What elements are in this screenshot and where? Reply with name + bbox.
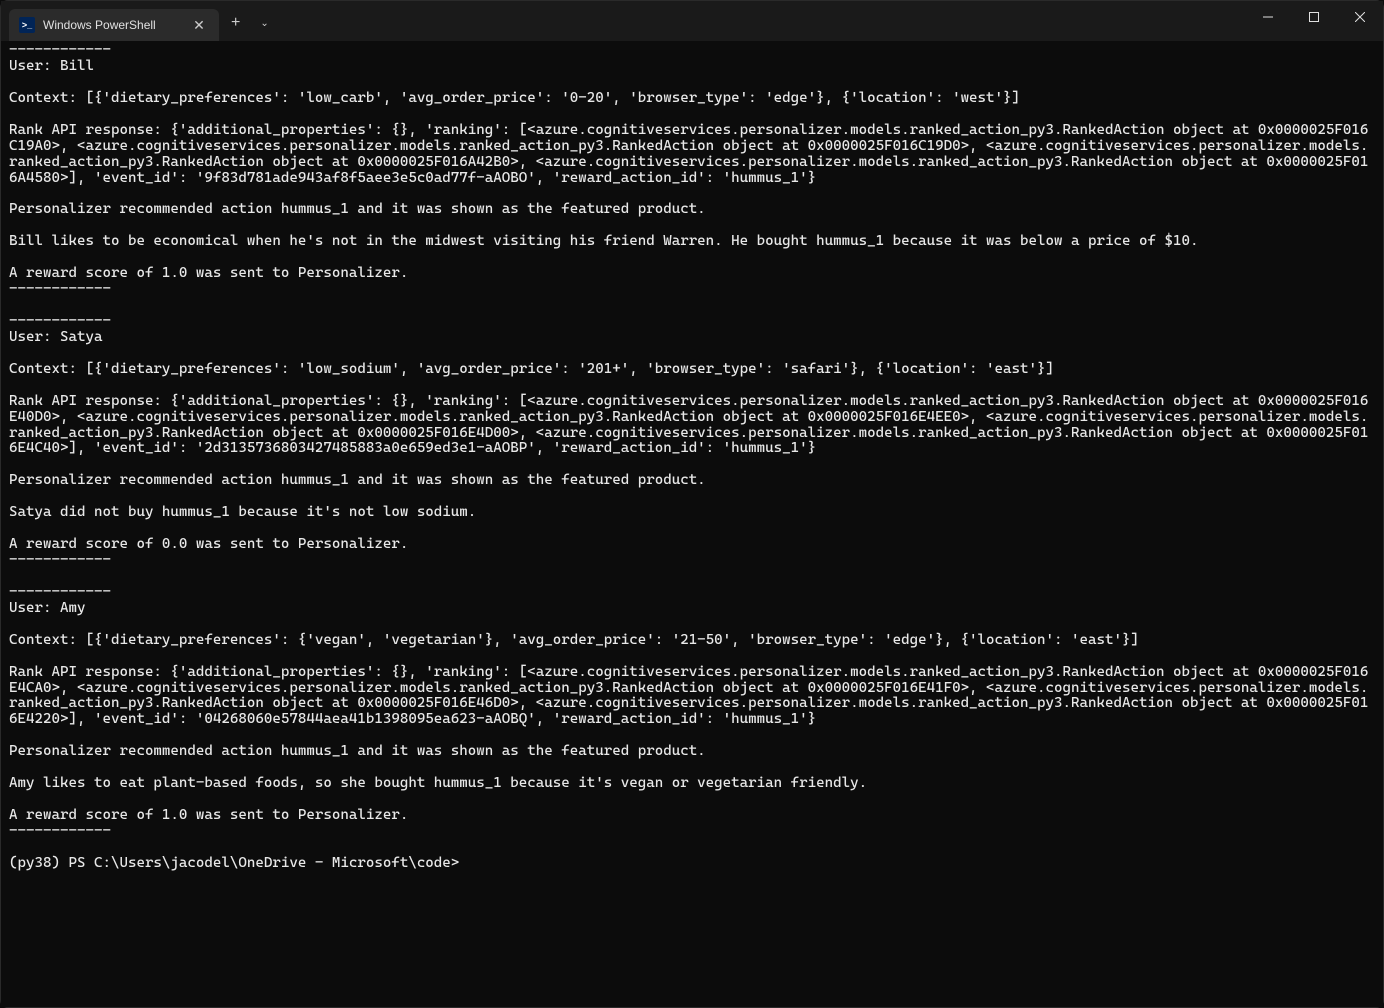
output-line: A reward score of 1.0 was sent to Person… [9, 266, 1375, 282]
tabs-section: >_ Windows PowerShell ✕ + ⌄ [1, 1, 277, 41]
output-line [9, 75, 1375, 91]
output-line [9, 186, 1375, 202]
output-line: ------------ [9, 282, 1375, 298]
output-line: ------------ [9, 824, 1375, 840]
output-line: User: Amy [9, 601, 1375, 617]
tab-dropdown-button[interactable]: ⌄ [252, 18, 276, 29]
output-line: User: Bill [9, 59, 1375, 75]
output-line: A reward score of 0.0 was sent to Person… [9, 537, 1375, 553]
close-button[interactable] [1337, 1, 1383, 33]
output-line [9, 649, 1375, 665]
terminal-content: ------------User: Bill Context: [{'dieta… [9, 43, 1375, 872]
output-line [9, 250, 1375, 266]
output-line [9, 617, 1375, 633]
powershell-icon: >_ [19, 17, 35, 33]
output-line: Personalizer recommended action hummus_1… [9, 744, 1375, 760]
output-line: Personalizer recommended action hummus_1… [9, 473, 1375, 489]
output-line: ------------ [9, 314, 1375, 330]
output-line [9, 346, 1375, 362]
output-line [9, 218, 1375, 234]
output-line: ------------ [9, 553, 1375, 569]
output-line: Context: [{'dietary_preferences': 'low_s… [9, 362, 1375, 378]
tab-powershell[interactable]: >_ Windows PowerShell ✕ [9, 9, 219, 41]
terminal-area[interactable]: ------------User: Bill Context: [{'dieta… [1, 41, 1383, 1007]
output-line [9, 489, 1375, 505]
maximize-button[interactable] [1291, 1, 1337, 33]
output-line: Satya did not buy hummus_1 because it's … [9, 505, 1375, 521]
output-line: ------------ [9, 585, 1375, 601]
output-line: A reward score of 1.0 was sent to Person… [9, 808, 1375, 824]
output-line [9, 521, 1375, 537]
output-line [9, 457, 1375, 473]
output-line: User: Satya [9, 330, 1375, 346]
output-line [9, 840, 1375, 856]
output-line [9, 728, 1375, 744]
output-line [9, 378, 1375, 394]
new-tab-button[interactable]: + [221, 14, 250, 32]
tab-close-button[interactable]: ✕ [189, 17, 209, 34]
output-line [9, 107, 1375, 123]
output-line [9, 298, 1375, 314]
output-line: Rank API response: {'additional_properti… [9, 394, 1375, 458]
output-line [9, 760, 1375, 776]
output-line: Context: [{'dietary_preferences': {'vega… [9, 633, 1375, 649]
minimize-button[interactable] [1245, 1, 1291, 33]
output-line: Rank API response: {'additional_properti… [9, 665, 1375, 729]
tab-title: Windows PowerShell [43, 18, 181, 32]
output-line: ------------ [9, 43, 1375, 59]
prompt: (py38) PS C:\Users\jacodel\OneDrive - Mi… [9, 855, 468, 871]
output-line: Amy likes to eat plant-based foods, so s… [9, 776, 1375, 792]
titlebar: >_ Windows PowerShell ✕ + ⌄ [1, 1, 1383, 41]
output-line: Context: [{'dietary_preferences': 'low_c… [9, 91, 1375, 107]
output-line [9, 569, 1375, 585]
output-line: Rank API response: {'additional_properti… [9, 123, 1375, 187]
output-line [9, 792, 1375, 808]
output-line: Personalizer recommended action hummus_1… [9, 202, 1375, 218]
output-line: Bill likes to be economical when he's no… [9, 234, 1375, 250]
window-controls [1245, 1, 1383, 41]
